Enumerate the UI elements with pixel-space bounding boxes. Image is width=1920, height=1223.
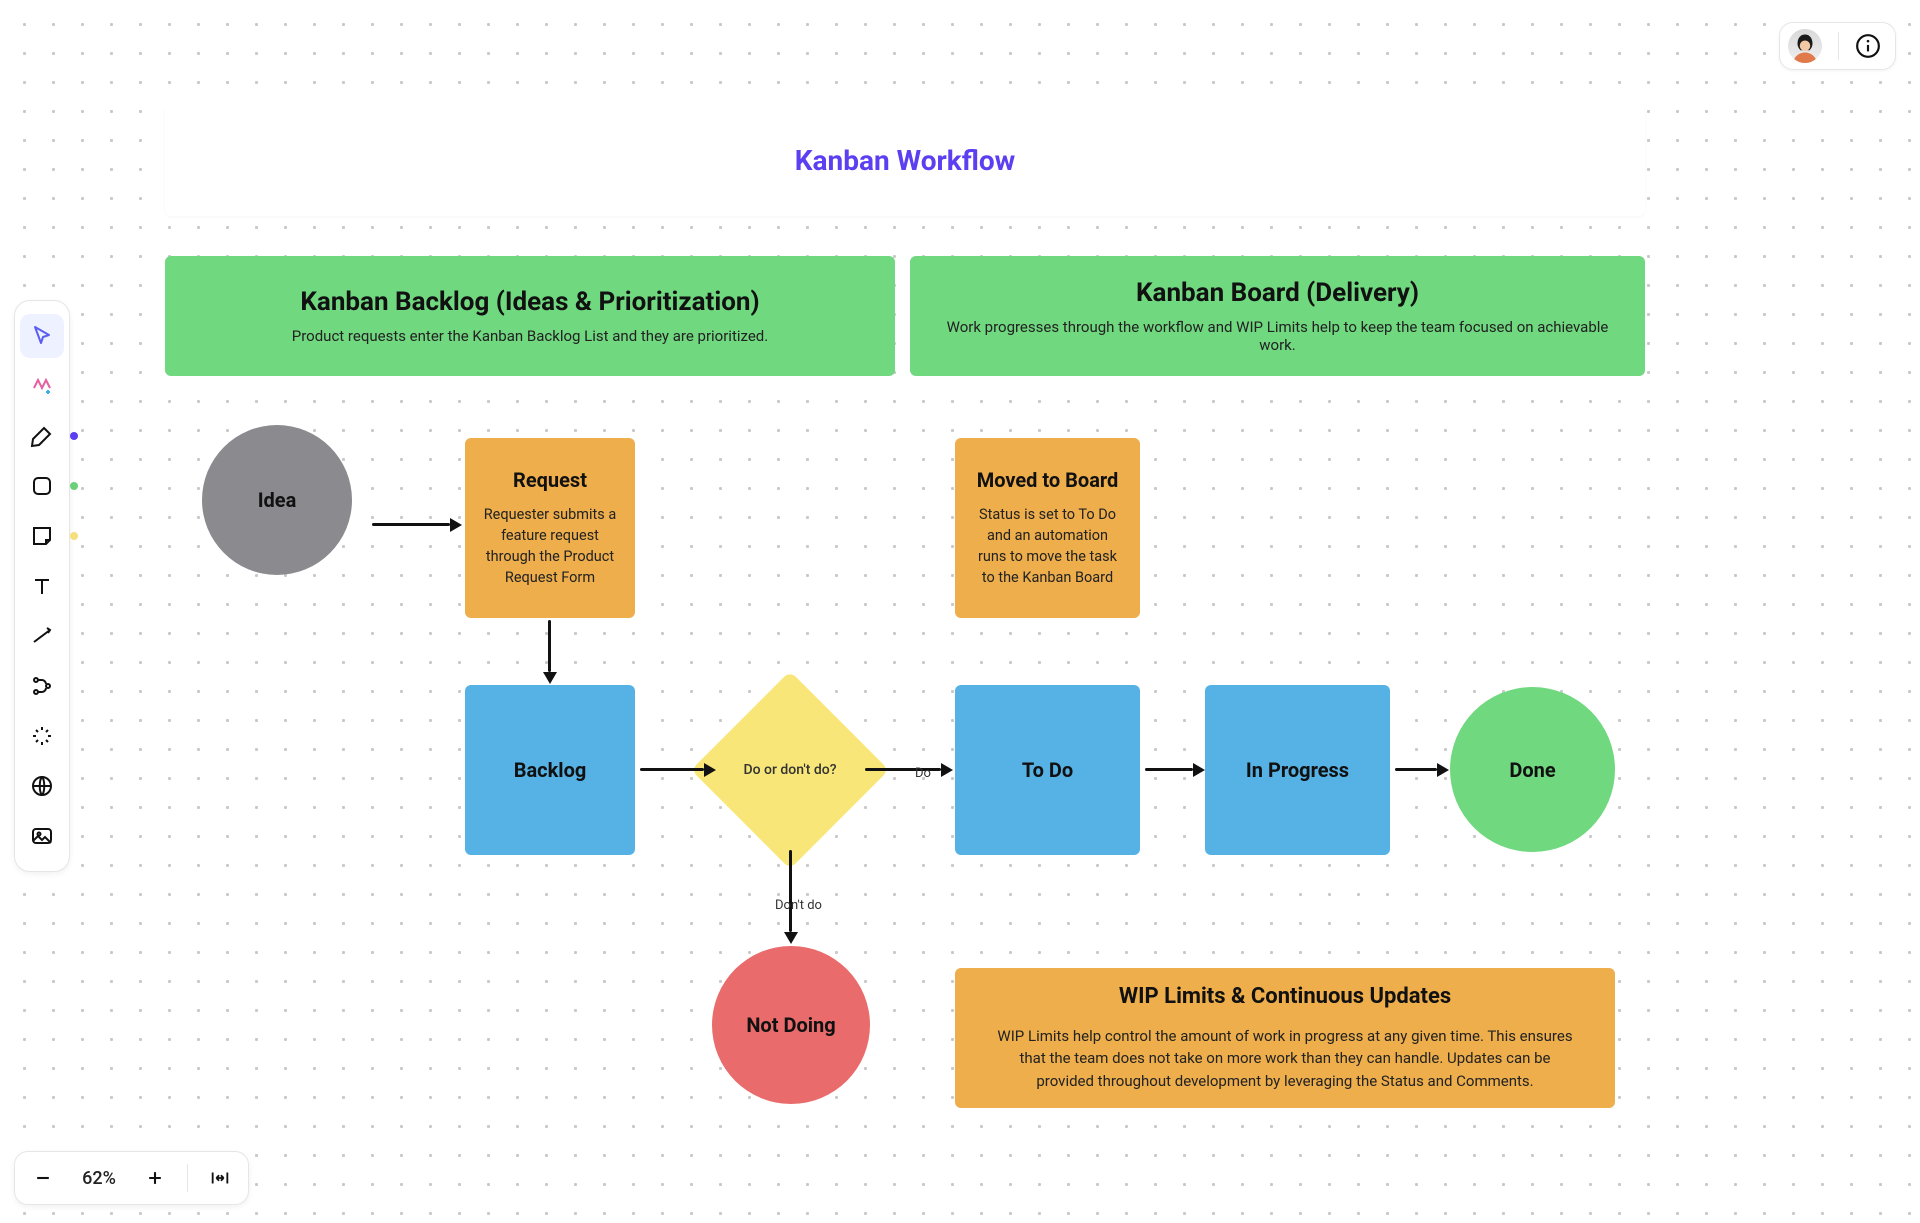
edge-label-dont: Don't do [775, 898, 822, 913]
node-request-title: Request [513, 468, 587, 492]
section-backlog[interactable]: Kanban Backlog (Ideas & Prioritization) … [165, 256, 895, 376]
tool-ai-generate[interactable] [20, 364, 64, 408]
tool-sticky-color-dot [70, 532, 78, 540]
tool-shape[interactable] [20, 464, 64, 508]
arrow-backlog-decision [640, 768, 704, 771]
node-idea-label: Idea [258, 488, 297, 512]
divider [1838, 32, 1839, 60]
tool-shape-color-dot [70, 482, 78, 490]
zoom-in-button[interactable] [135, 1158, 175, 1198]
tool-magic[interactable] [20, 714, 64, 758]
left-toolbar [14, 300, 70, 872]
node-request[interactable]: Request Requester submits a feature requ… [465, 438, 635, 618]
arrow-request-backlog [548, 620, 551, 672]
node-backlog[interactable]: Backlog [465, 685, 635, 855]
section-board-title: Kanban Board (Delivery) [1136, 278, 1419, 308]
arrow-idea-request [372, 523, 450, 526]
tool-mindmap[interactable] [20, 664, 64, 708]
node-todo-label: To Do [1022, 758, 1073, 782]
node-request-body: Requester submits a feature request thro… [481, 504, 619, 588]
node-in-progress[interactable]: In Progress [1205, 685, 1390, 855]
diagram-title: Kanban Workflow [795, 144, 1016, 177]
node-done[interactable]: Done [1450, 687, 1615, 852]
tool-connector[interactable] [20, 614, 64, 658]
arrow-todo-inprogress [1145, 768, 1193, 771]
node-idea[interactable]: Idea [202, 425, 352, 575]
tool-sticky[interactable] [20, 514, 64, 558]
arrow-inprogress-done [1395, 768, 1437, 771]
node-decision-label: Do or don't do? [743, 761, 836, 779]
diagram-title-box[interactable]: Kanban Workflow [165, 104, 1645, 216]
zoom-level-label[interactable]: 62% [71, 1168, 127, 1189]
node-in-progress-label: In Progress [1246, 758, 1349, 782]
tool-pen[interactable] [20, 414, 64, 458]
wip-info-box[interactable]: WIP Limits & Continuous Updates WIP Limi… [955, 968, 1615, 1108]
zoom-out-button[interactable] [23, 1158, 63, 1198]
section-board-subtitle: Work progresses through the workflow and… [940, 318, 1615, 354]
node-not-doing-label: Not Doing [746, 1013, 835, 1037]
wip-body: WIP Limits help control the amount of wo… [991, 1025, 1579, 1093]
node-decision[interactable]: Do or don't do? [720, 700, 860, 840]
fit-to-screen-button[interactable] [200, 1158, 240, 1198]
tool-web[interactable] [20, 764, 64, 808]
tool-text[interactable] [20, 564, 64, 608]
tool-image[interactable] [20, 814, 64, 858]
edge-label-do: Do [915, 766, 931, 781]
node-moved-body: Status is set to To Do and an automation… [971, 504, 1124, 588]
node-todo[interactable]: To Do [955, 685, 1140, 855]
node-done-label: Done [1509, 758, 1555, 782]
section-board[interactable]: Kanban Board (Delivery) Work progresses … [910, 256, 1645, 376]
node-moved-to-board[interactable]: Moved to Board Status is set to To Do an… [955, 438, 1140, 618]
info-icon[interactable] [1855, 33, 1881, 59]
node-backlog-label: Backlog [514, 758, 587, 782]
section-backlog-subtitle: Product requests enter the Kanban Backlo… [292, 327, 768, 345]
tool-pen-color-dot [70, 432, 78, 440]
arrow-decision-notdoing [789, 850, 792, 932]
section-backlog-title: Kanban Backlog (Ideas & Prioritization) [300, 287, 759, 317]
zoom-controls: 62% [14, 1151, 249, 1205]
node-not-doing[interactable]: Not Doing [712, 946, 870, 1104]
divider [187, 1164, 188, 1192]
top-right-controls [1779, 22, 1896, 70]
tool-select[interactable] [20, 314, 64, 358]
avatar[interactable] [1788, 29, 1822, 63]
node-moved-title: Moved to Board [977, 468, 1119, 492]
wip-title: WIP Limits & Continuous Updates [1119, 984, 1451, 1009]
